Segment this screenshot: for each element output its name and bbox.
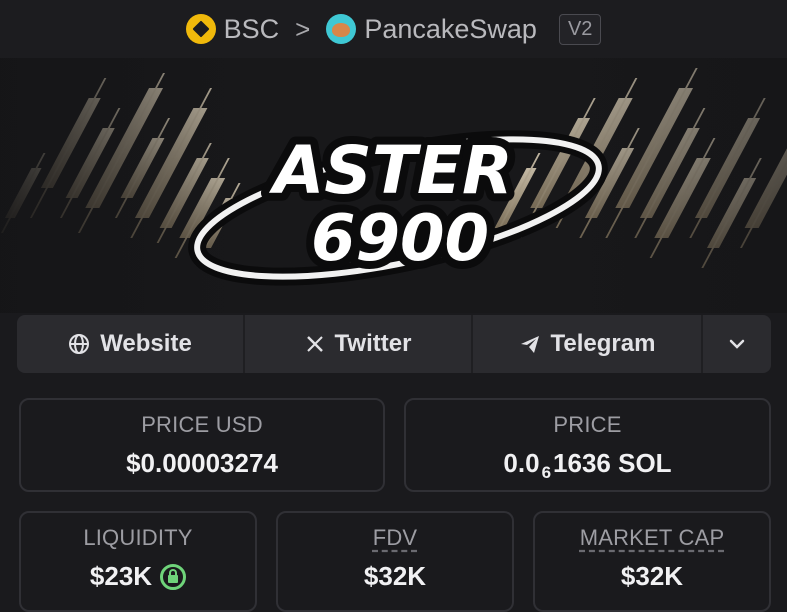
price-native-zero-count: 6 <box>541 463 552 482</box>
chevron-down-icon <box>728 338 746 350</box>
chain-label: BSC <box>223 13 280 44</box>
fdv-label[interactable]: FDV <box>373 525 418 551</box>
price-native-rest: 1636 SOL <box>553 448 672 478</box>
logo-text-line2-fill: 6900 <box>311 202 489 276</box>
dex-crumb[interactable]: PancakeSwap <box>326 14 537 45</box>
dex-label: PancakeSwap <box>364 13 537 44</box>
market-cap-card: MARKET CAP $32K <box>533 511 771 612</box>
pancakeswap-bunny-icon <box>326 14 357 44</box>
price-usd-label: PRICE USD <box>141 412 263 437</box>
telegram-plane-icon <box>519 333 541 355</box>
banner-artwork: ASTER ASTER 6900 6900 <box>0 58 787 313</box>
fdv-card: FDV $32K <box>276 511 514 612</box>
price-usd-value: $0.00003274 <box>126 448 278 478</box>
liquidity-label: LIQUIDITY <box>83 525 193 550</box>
breadcrumb: BSC > PancakeSwap V2 <box>0 0 787 58</box>
twitter-label: Twitter <box>334 330 412 357</box>
price-native-card: PRICE 0.0 61636 SOL <box>404 398 771 492</box>
liquidity-card: LIQUIDITY $23K <box>19 511 257 612</box>
x-logo-icon <box>305 334 325 354</box>
telegram-label: Telegram <box>550 330 656 357</box>
twitter-link[interactable]: Twitter <box>245 315 473 373</box>
version-badge: V2 <box>558 13 602 45</box>
globe-icon <box>68 333 90 355</box>
more-links-button[interactable] <box>703 315 771 373</box>
price-native-prefix: 0.0 <box>503 448 540 478</box>
market-cap-value: $32K <box>620 561 684 591</box>
logo-text-line1-fill: ASTER <box>268 132 513 209</box>
breadcrumb-separator: > <box>295 13 311 44</box>
lock-icon[interactable] <box>160 563 187 590</box>
price-usd-card: PRICE USD $0.00003274 <box>19 398 385 492</box>
website-label: Website <box>100 330 192 357</box>
website-link[interactable]: Website <box>17 315 245 373</box>
price-native-value: 0.0 61636 SOL <box>503 448 671 483</box>
market-cap-label[interactable]: MARKET CAP <box>580 525 725 551</box>
social-links-bar: Website Twitter Telegram <box>17 315 771 373</box>
price-native-label: PRICE <box>553 412 622 437</box>
bsc-coin-icon <box>185 14 216 44</box>
telegram-link[interactable]: Telegram <box>473 315 703 373</box>
liquidity-value: $23K <box>89 561 153 591</box>
fdv-value: $32K <box>363 561 427 591</box>
chain-crumb[interactable]: BSC <box>185 13 280 45</box>
token-banner: ASTER ASTER 6900 6900 <box>0 58 787 313</box>
